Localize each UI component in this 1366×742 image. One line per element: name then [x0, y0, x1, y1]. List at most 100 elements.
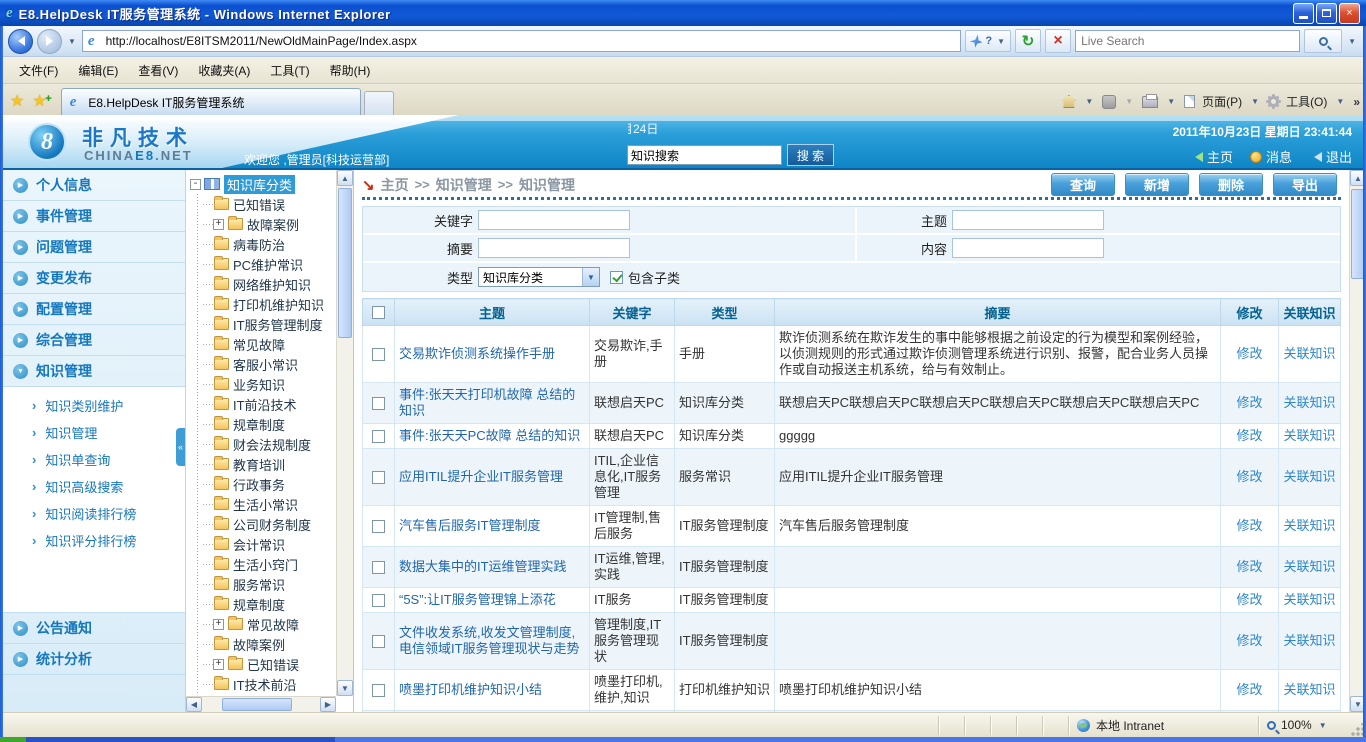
history-dropdown-icon[interactable]: ▼ [66, 37, 78, 46]
expand-icon[interactable]: + [213, 659, 224, 670]
type-select[interactable]: 知识库分类 ▼ [478, 267, 600, 287]
related-knowledge-link[interactable]: 关联知识 [1283, 469, 1335, 484]
sidebar-item[interactable]: ›知识高级搜索 [0, 473, 185, 500]
related-knowledge-link[interactable]: 关联知识 [1283, 518, 1335, 533]
related-knowledge-link[interactable]: 关联知识 [1283, 592, 1335, 607]
forward-button[interactable] [37, 29, 62, 54]
topic-link[interactable]: “5S”:让IT服务管理锦上添花 [399, 592, 556, 607]
restore-button[interactable] [1316, 3, 1337, 24]
delete-button[interactable]: 删除 [1199, 173, 1263, 196]
row-checkbox[interactable] [372, 430, 385, 443]
sidebar-group-7[interactable]: ▶公告通知 [0, 613, 185, 644]
live-search-input[interactable] [1075, 30, 1300, 52]
row-checkbox[interactable] [372, 594, 385, 607]
sidebar-group-0[interactable]: ▶个人信息 [0, 170, 185, 201]
keyword-input[interactable] [478, 210, 630, 230]
sidebar-item[interactable]: ›知识管理 [0, 419, 185, 446]
row-checkbox[interactable] [372, 684, 385, 697]
favorites-star-icon[interactable]: ★ [6, 91, 28, 115]
tree-node[interactable]: IT技术前沿 [203, 674, 333, 694]
topic-link[interactable]: 应用ITIL提升企业IT服务管理 [399, 469, 563, 484]
expand-icon[interactable]: + [213, 219, 224, 230]
refresh-button[interactable]: ↻ [1015, 29, 1041, 53]
collapse-icon[interactable]: - [190, 179, 201, 190]
breadcrumb-item-0[interactable]: 主页 [381, 175, 409, 195]
breadcrumb-item-2[interactable]: 知识管理 [519, 175, 575, 195]
tree-node[interactable]: 规章制度 [203, 594, 333, 614]
sidebar-item[interactable]: ›知识类别维护 [0, 392, 185, 419]
knowledge-search-input[interactable] [627, 145, 782, 165]
address-field[interactable]: e http://localhost/E8ITSM2011/NewOldMain… [82, 30, 962, 52]
abstract-input[interactable] [478, 238, 630, 258]
tools-menu[interactable]: 工具(O) [1286, 93, 1327, 110]
topic-link[interactable]: 文件收发系统,收发文管理制度,电信领域IT服务管理现状与走势 [399, 625, 580, 656]
related-knowledge-link[interactable]: 关联知识 [1283, 682, 1335, 697]
edit-link[interactable]: 修改 [1236, 592, 1262, 607]
nav-message[interactable]: 消息 [1250, 147, 1292, 166]
menu-file[interactable]: 文件(F) [10, 59, 67, 82]
back-button[interactable] [8, 29, 33, 54]
edit-link[interactable]: 修改 [1236, 559, 1262, 574]
tree-node[interactable]: 网络维护知识 [203, 274, 333, 294]
row-checkbox[interactable] [372, 520, 385, 533]
tab-active[interactable]: e E8.HelpDesk IT服务管理系统 [61, 88, 361, 115]
resize-grip[interactable] [1350, 723, 1364, 737]
tree-node[interactable]: 常见故障 [203, 334, 333, 354]
add-favorite-icon[interactable]: ★ [28, 91, 50, 115]
menu-tools[interactable]: 工具(T) [261, 59, 318, 82]
tree-node[interactable]: +故障案例 [203, 214, 333, 234]
related-knowledge-link[interactable]: 关联知识 [1283, 395, 1335, 410]
search-go-button[interactable] [1304, 29, 1342, 53]
tree-node[interactable]: 病毒防治 [203, 234, 333, 254]
tree-node[interactable]: +常见故障 [203, 614, 333, 634]
topic-link[interactable]: 喷墨打印机维护知识小结 [399, 682, 542, 697]
tree-node[interactable]: 规章制度 [203, 414, 333, 434]
tree-node[interactable]: 服务常识 [203, 574, 333, 594]
tree-node[interactable]: 财会法规制度 [203, 434, 333, 454]
topic-link[interactable]: 数据大集中的IT运维管理实践 [399, 559, 567, 574]
tools-dropdown-icon[interactable]: ▼ [1334, 97, 1346, 106]
select-all-checkbox[interactable] [372, 306, 385, 319]
tree-node[interactable]: 会计常识 [203, 534, 333, 554]
print-dropdown-icon[interactable]: ▼ [1165, 97, 1177, 106]
stop-button[interactable]: × [1045, 29, 1071, 53]
edit-link[interactable]: 修改 [1236, 682, 1262, 697]
page-dropdown-icon[interactable]: ▼ [1249, 97, 1261, 106]
sidebar-group-2[interactable]: ▶问题管理 [0, 232, 185, 263]
edit-link[interactable]: 修改 [1236, 518, 1262, 533]
tree-node[interactable]: 客服小常识 [203, 354, 333, 374]
scroll-right-icon[interactable]: ▶ [320, 697, 336, 712]
edit-link[interactable]: 修改 [1236, 469, 1262, 484]
sidebar-group-4[interactable]: ▶配置管理 [0, 294, 185, 325]
edit-link[interactable]: 修改 [1236, 633, 1262, 648]
expand-icon[interactable]: + [213, 619, 224, 630]
suggested-sites-group[interactable]: ? ▼ [965, 30, 1011, 52]
tree-horizontal-scrollbar[interactable]: ◀ ▶ [186, 696, 336, 712]
related-knowledge-link[interactable]: 关联知识 [1283, 559, 1335, 574]
nav-logout[interactable]: 退出 [1309, 147, 1352, 166]
tree-node[interactable]: 打印机维护知识 [203, 294, 333, 314]
include-subclass-checkbox[interactable] [610, 271, 623, 284]
topic-link[interactable]: 事件:张天天PC故障 总结的知识 [399, 428, 580, 443]
tree-node[interactable]: IT前沿技术 [203, 394, 333, 414]
tree-node[interactable]: 已知错误 [203, 194, 333, 214]
topic-link[interactable]: 汽车售后服务IT管理制度 [399, 518, 541, 533]
tree-node[interactable]: 故障案例 [203, 634, 333, 654]
toolbar-overflow-icon[interactable]: » [1353, 95, 1360, 109]
home-dropdown-icon[interactable]: ▼ [1083, 97, 1095, 106]
zoom-dropdown-icon[interactable]: ▼ [1317, 721, 1329, 730]
sidebar-group-8[interactable]: ▶统计分析 [0, 644, 185, 675]
topic-input[interactable] [952, 210, 1104, 230]
topic-link[interactable]: 事件:张天天打印机故障 总结的知识 [399, 387, 575, 418]
breadcrumb-item-1[interactable]: 知识管理 [436, 175, 492, 195]
tree-node[interactable]: +已知错误 [203, 654, 333, 674]
nav-home[interactable]: 主页 [1190, 147, 1233, 166]
minimize-button[interactable] [1293, 3, 1314, 24]
close-button[interactable]: × [1339, 3, 1360, 24]
tree-node[interactable]: PC维护常识 [203, 254, 333, 274]
related-knowledge-link[interactable]: 关联知识 [1283, 428, 1335, 443]
row-checkbox[interactable] [372, 471, 385, 484]
tree-vertical-scrollbar[interactable]: ▲ ▼ [336, 170, 353, 696]
tree-node[interactable]: 业务知识 [203, 374, 333, 394]
export-button[interactable]: 导出 [1273, 173, 1337, 196]
